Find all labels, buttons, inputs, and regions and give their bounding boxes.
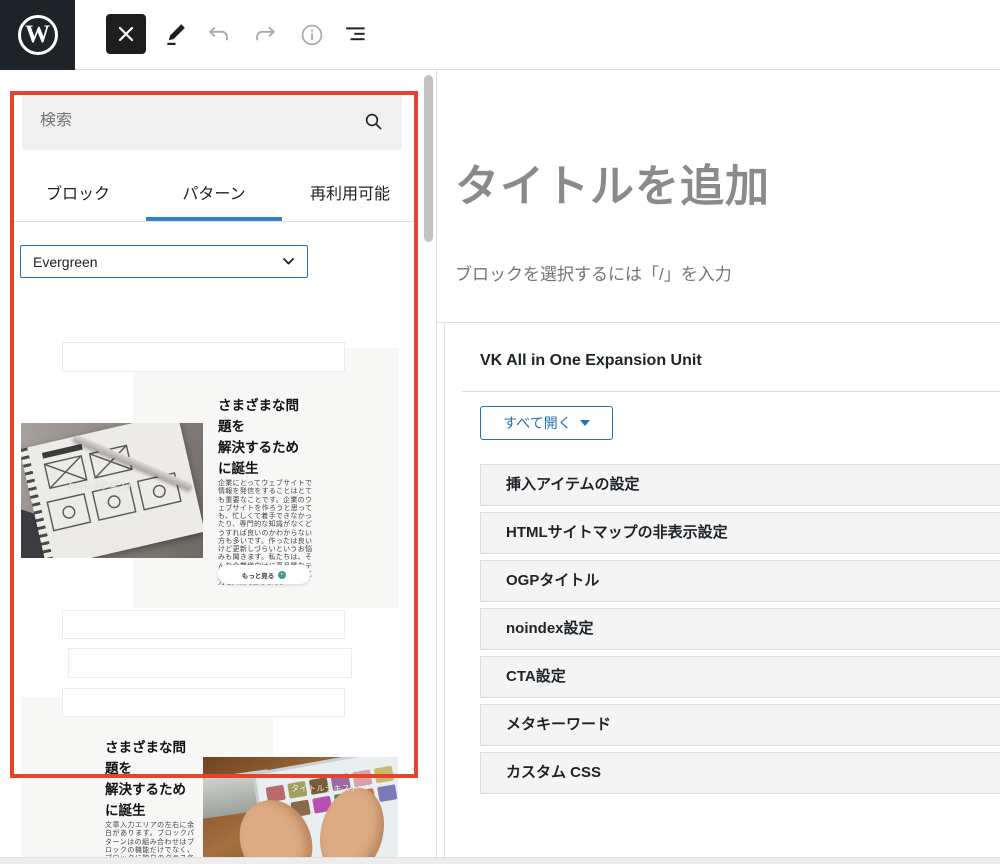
tab-blocks[interactable]: ブロック [10,162,146,221]
post-title-input[interactable]: タイトルを追加 [455,150,770,214]
pattern-preview-2[interactable]: さまざまな問 題を 解決するため に誕生 文章入力エリアの左右に余白があります。… [21,697,398,864]
undo-icon [205,21,233,49]
redo-icon [251,21,279,49]
image-caption-text: タイトルテキスト [291,783,359,794]
pattern-preview-1[interactable]: タイトルテキスト さまざまな問 題を 解決するため に誕生 企業にとってウェブサ… [21,342,399,608]
undo-button[interactable] [204,20,234,50]
pattern-placeholder-1[interactable] [62,610,345,639]
metabox-sections: 挿入アイテムの設定 HTMLサイトマップの非表示設定 OGPタイトル noindex設… [480,464,1000,800]
arrow-circle-icon [278,571,286,579]
wordpress-block-editor: W [0,0,1000,864]
editor-canvas: タイトルを追加 ブロックを選択するには「/」を入力 VK All in One … [437,70,1000,864]
chevron-down-icon [282,257,295,266]
pattern-category-select[interactable]: Evergreen [20,245,308,278]
metabox-section-header[interactable]: OGPタイトル [480,560,1000,602]
list-view-icon [344,22,370,48]
open-all-button[interactable]: すべて開く [480,406,613,440]
pattern1-heading: さまざまな問 題を 解決するため に誕生 [218,396,323,480]
sidebar-scrollbar-thumb[interactable] [424,75,433,242]
info-icon [299,22,325,48]
pattern-placeholder-3[interactable] [62,688,345,717]
metabox-divider [462,391,1000,392]
editor-toolbar: W [0,0,1000,70]
metabox-section-header[interactable]: noindex設定 [480,608,1000,650]
pattern2-heading: さまざまな問 題を 解決するため に誕生 [105,738,210,822]
window-bottom-edge [0,857,1000,864]
metabox-section-header[interactable]: カスタム CSS [480,752,1000,794]
pattern-placeholder-2[interactable] [68,648,352,678]
pattern1-header-strip [62,342,345,372]
list-view-button[interactable] [342,20,372,50]
close-icon [116,24,136,44]
block-appender[interactable]: ブロックを選択するには「/」を入力 [455,260,732,285]
pencil-icon [163,22,189,48]
content-divider [437,322,1000,323]
pattern2-tablet-image: タイトルテキスト [203,757,398,864]
search-icon [362,110,384,132]
inserter-tabs: ブロック パターン 再利用可能 [10,162,418,222]
pattern1-more-button: もっと見る [218,565,310,584]
wordpress-logo-icon: W [18,15,58,55]
block-inserter-toggle-button[interactable] [106,14,146,54]
metabox-left-border [444,322,445,858]
pattern-search-box [22,92,402,150]
image-caption-text: タイトルテキスト [67,481,135,492]
caret-down-icon [580,420,590,426]
metabox-title: VK All in One Expansion Unit [480,352,702,370]
block-inserter-sidebar: ブロック パターン 再利用可能 Evergreen [0,70,437,864]
tab-patterns[interactable]: パターン [146,162,282,221]
metabox-section-header[interactable]: 挿入アイテムの設定 [480,464,1000,506]
edit-mode-button[interactable] [158,17,194,53]
details-button[interactable] [297,20,327,50]
metabox-section-header[interactable]: HTMLサイトマップの非表示設定 [480,512,1000,554]
metabox-section-header[interactable]: メタキーワード [480,704,1000,746]
metabox-section-header[interactable]: CTA設定 [480,656,1000,698]
search-input[interactable] [40,112,362,130]
tab-reusable[interactable]: 再利用可能 [282,162,418,221]
wordpress-logo[interactable]: W [0,0,75,70]
pattern1-notebook-image: タイトルテキスト [21,423,203,558]
pattern-category-value: Evergreen [33,254,98,270]
redo-button[interactable] [250,20,280,50]
